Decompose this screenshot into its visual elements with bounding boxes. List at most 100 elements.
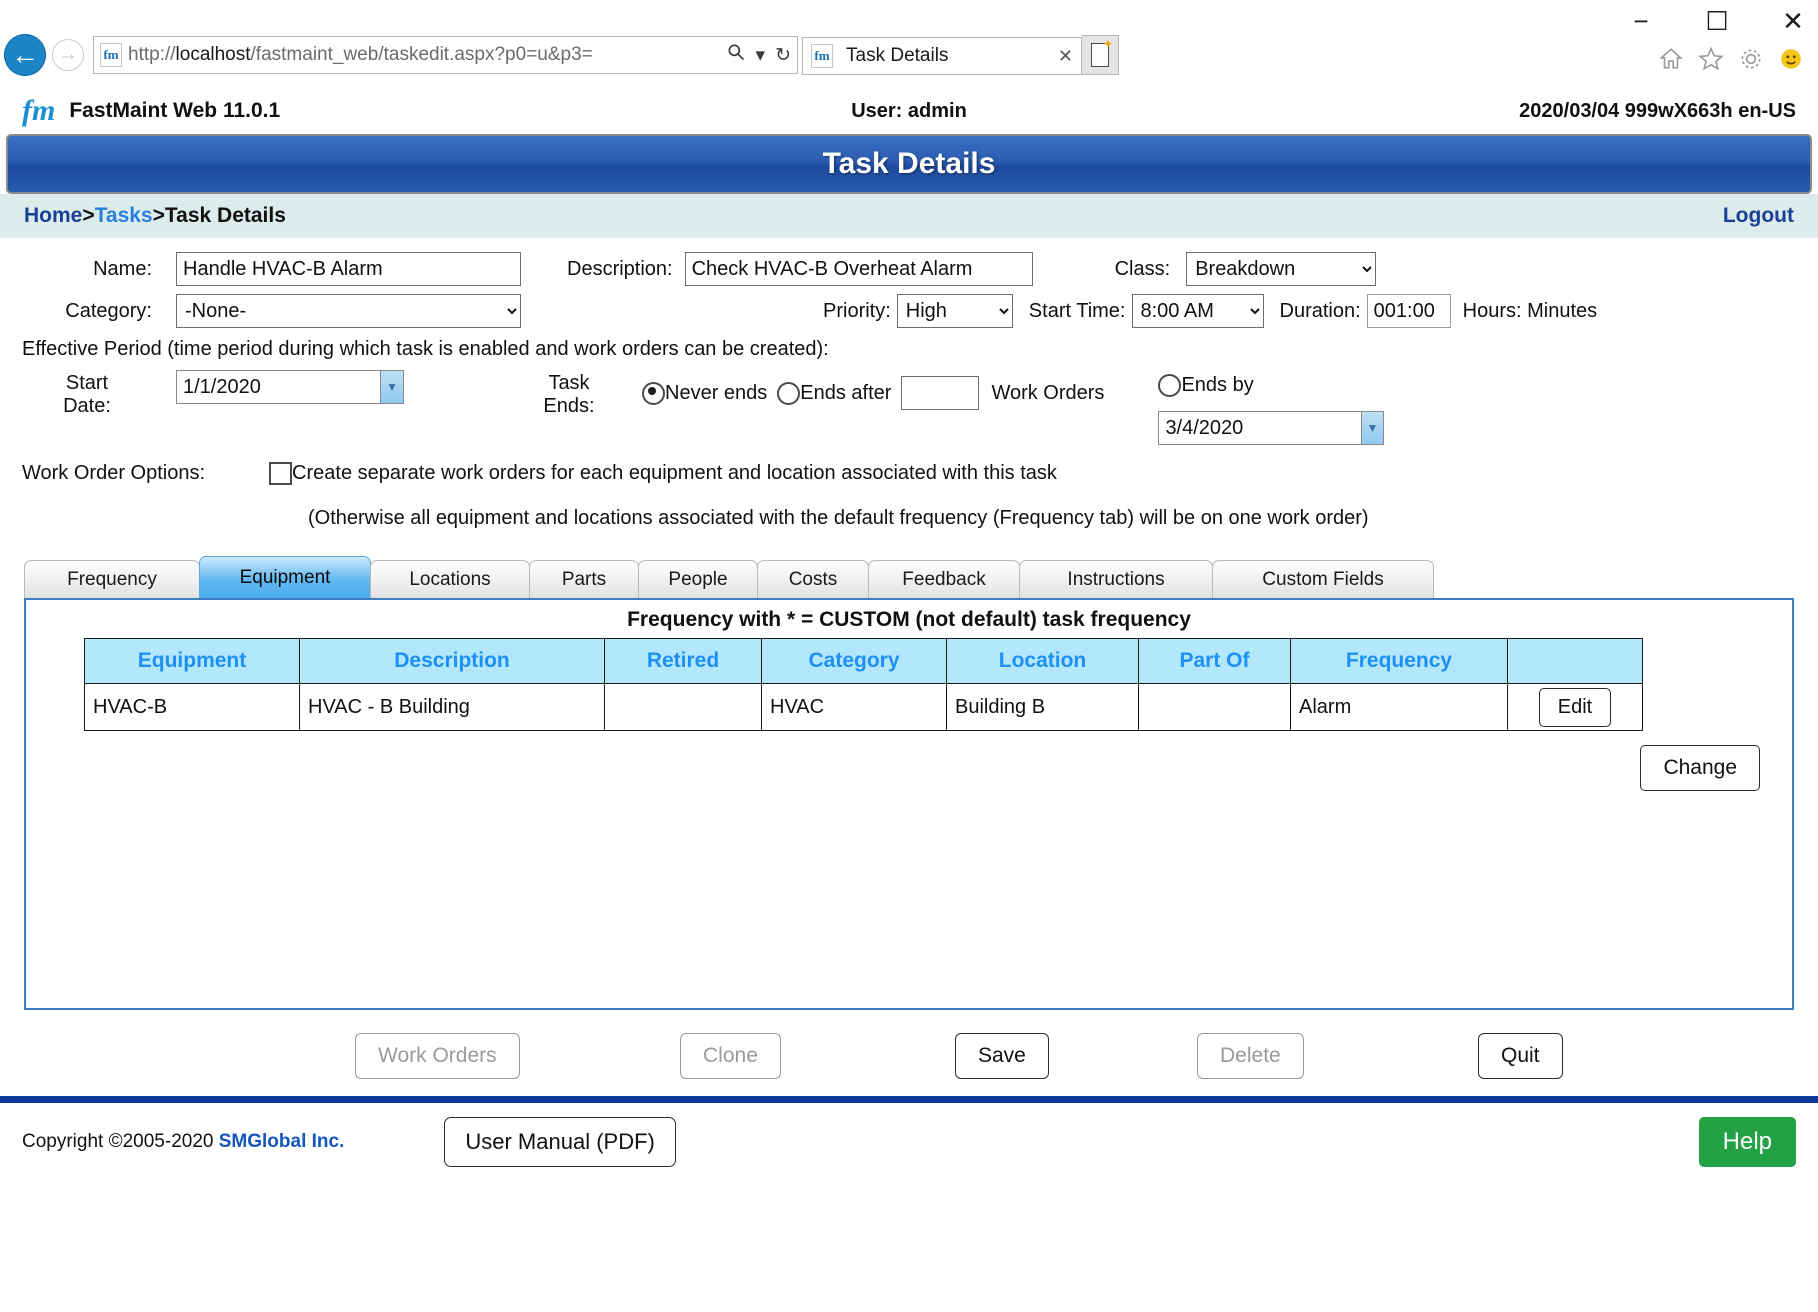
- help-button[interactable]: Help: [1698, 1117, 1796, 1167]
- form-row-wo-options: Work Order Options: Create separate work…: [22, 452, 1796, 494]
- work-orders-button: Work Orders: [355, 1033, 520, 1079]
- tab-title: Task Details: [846, 45, 949, 66]
- change-button[interactable]: Change: [1640, 745, 1760, 791]
- cell-retired: [604, 683, 762, 731]
- task-form: Name: Description: Class: Breakdown Cate…: [0, 238, 1818, 542]
- tab-people[interactable]: People: [638, 560, 758, 598]
- home-icon[interactable]: [1658, 46, 1684, 77]
- new-tab-button[interactable]: [1082, 35, 1119, 75]
- edit-button[interactable]: Edit: [1538, 687, 1612, 727]
- logout-link[interactable]: Logout: [1723, 204, 1794, 228]
- ends-by-radio[interactable]: [1158, 374, 1182, 397]
- category-select[interactable]: -None-: [176, 294, 521, 328]
- cell-category: HVAC: [761, 683, 947, 731]
- ends-by-label: Ends by: [1181, 374, 1254, 396]
- start-date-field[interactable]: ▼: [176, 370, 404, 404]
- priority-select[interactable]: High: [896, 294, 1013, 328]
- ends-by-field[interactable]: ▼: [1158, 411, 1385, 445]
- fastmaint-logo-icon: fm: [22, 94, 56, 127]
- copyright: Copyright ©2005-2020 SMGlobal Inc.: [22, 1131, 344, 1153]
- browser-tab[interactable]: fm Task Details ✕: [802, 37, 1082, 75]
- column-header-description: Description: [299, 638, 605, 684]
- tab-label: Costs: [788, 568, 838, 590]
- cell-location: Building B: [946, 683, 1139, 731]
- work-order-options-label: Work Order Options:: [22, 461, 206, 484]
- breadcrumb: Home>Tasks>Task Details: [24, 204, 286, 228]
- window-controls: − ☐ ✕: [1626, 8, 1808, 34]
- duration-input[interactable]: [1366, 294, 1451, 328]
- change-button-wrap: Change: [26, 745, 1792, 791]
- tab-feedback[interactable]: Feedback: [868, 560, 1020, 598]
- tab-parts[interactable]: Parts: [529, 560, 639, 598]
- page-title-banner: Task Details: [6, 134, 1812, 194]
- breadcrumb-home[interactable]: Home: [24, 204, 82, 227]
- detail-tabs: Frequency Equipment Locations Parts People Co…: [0, 556, 1818, 598]
- tab-costs[interactable]: Costs: [757, 560, 869, 598]
- tab-label: Locations: [409, 568, 491, 590]
- start-date-input[interactable]: [177, 371, 381, 403]
- table-header-row: Equipment Description Retired Category Locat…: [84, 638, 1643, 684]
- start-time-select[interactable]: 8:00 AM: [1131, 294, 1264, 328]
- tab-close-icon[interactable]: ✕: [1058, 46, 1073, 67]
- start-date-dropdown-icon[interactable]: ▼: [380, 371, 403, 403]
- tab-label: Parts: [561, 568, 607, 590]
- breadcrumb-bar: Home>Tasks>Task Details Logout: [0, 194, 1818, 238]
- form-row-period: Start Date: ▼ Task Ends: Never ends Ends…: [22, 366, 1796, 452]
- cell-frequency: Alarm: [1290, 683, 1508, 731]
- start-time-label: Start Time:: [1028, 299, 1126, 322]
- close-icon[interactable]: ✕: [1778, 8, 1808, 34]
- form-row-wo-note: (Otherwise all equipment and locations a…: [22, 494, 1796, 542]
- breadcrumb-tasks[interactable]: Tasks: [95, 204, 153, 227]
- column-header-actions: [1507, 638, 1643, 684]
- class-select[interactable]: Breakdown: [1186, 252, 1377, 286]
- gear-icon[interactable]: [1738, 46, 1764, 77]
- column-header-equipment: Equipment: [84, 638, 300, 684]
- ends-by-input[interactable]: [1159, 412, 1361, 444]
- ends-by-dropdown-icon[interactable]: ▼: [1360, 412, 1384, 444]
- description-label: Description:: [567, 257, 673, 280]
- cell-actions: Edit: [1507, 683, 1643, 731]
- effective-period-label: Effective Period (time period during whi…: [22, 337, 829, 360]
- separate-work-orders-label: Create separate work orders for each equ…: [292, 461, 1057, 484]
- refresh-icon[interactable]: ↻: [775, 44, 791, 67]
- never-ends-label: Never ends: [665, 381, 768, 404]
- current-user: User: admin: [851, 99, 967, 122]
- maximize-icon[interactable]: ☐: [1702, 8, 1732, 34]
- never-ends-radio[interactable]: [642, 381, 665, 405]
- tab-instructions[interactable]: Instructions: [1019, 560, 1213, 598]
- duration-label: Duration:: [1279, 299, 1361, 322]
- ends-after-radio[interactable]: [777, 381, 801, 405]
- user-manual-button[interactable]: User Manual (PDF): [444, 1117, 676, 1167]
- star-icon[interactable]: [1698, 46, 1724, 77]
- tab-custom-fields[interactable]: Custom Fields: [1212, 560, 1434, 598]
- tab-label: Frequency: [67, 568, 157, 590]
- address-bar[interactable]: fm http://localhost/fastmaint_web/tasked…: [93, 36, 798, 74]
- priority-label: Priority:: [823, 299, 891, 322]
- task-ends-options: Never ends Ends after Work Orders: [642, 366, 1104, 410]
- save-button[interactable]: Save: [955, 1033, 1049, 1079]
- description-input[interactable]: [684, 252, 1033, 286]
- quit-button[interactable]: Quit: [1478, 1033, 1563, 1079]
- form-row-category: Category: -None- Priority: High Start Ti…: [22, 290, 1796, 332]
- url-text: http://localhost/fastmaint_web/taskedit.…: [128, 44, 593, 65]
- forward-button[interactable]: →: [52, 39, 84, 71]
- separate-work-orders-checkbox[interactable]: [269, 461, 293, 485]
- session-info: 2020/03/04 999wX663h en-US: [1519, 99, 1796, 122]
- table-row: HVAC-B HVAC - B Building HVAC Building B Ala…: [84, 683, 1643, 731]
- tab-frequency[interactable]: Frequency: [24, 560, 200, 598]
- ends-after-input[interactable]: [901, 376, 980, 410]
- site-favicon: fm: [100, 43, 122, 67]
- search-icon[interactable]: [726, 42, 746, 68]
- back-button[interactable]: ←: [4, 34, 46, 76]
- equipment-panel: Frequency with * = CUSTOM (not default) …: [24, 598, 1794, 1010]
- tab-equipment[interactable]: Equipment: [199, 556, 371, 598]
- frequency-note: Frequency with * = CUSTOM (not default) …: [627, 608, 1191, 631]
- minimize-icon[interactable]: −: [1626, 8, 1656, 34]
- name-input[interactable]: [176, 252, 521, 286]
- smiley-icon[interactable]: [1778, 46, 1804, 77]
- tab-locations[interactable]: Locations: [370, 560, 530, 598]
- delete-button: Delete: [1197, 1033, 1304, 1079]
- address-bar-icons: ▾ ↻: [726, 42, 791, 68]
- tab-label: Feedback: [902, 568, 986, 590]
- chevron-down-icon[interactable]: ▾: [756, 44, 766, 67]
